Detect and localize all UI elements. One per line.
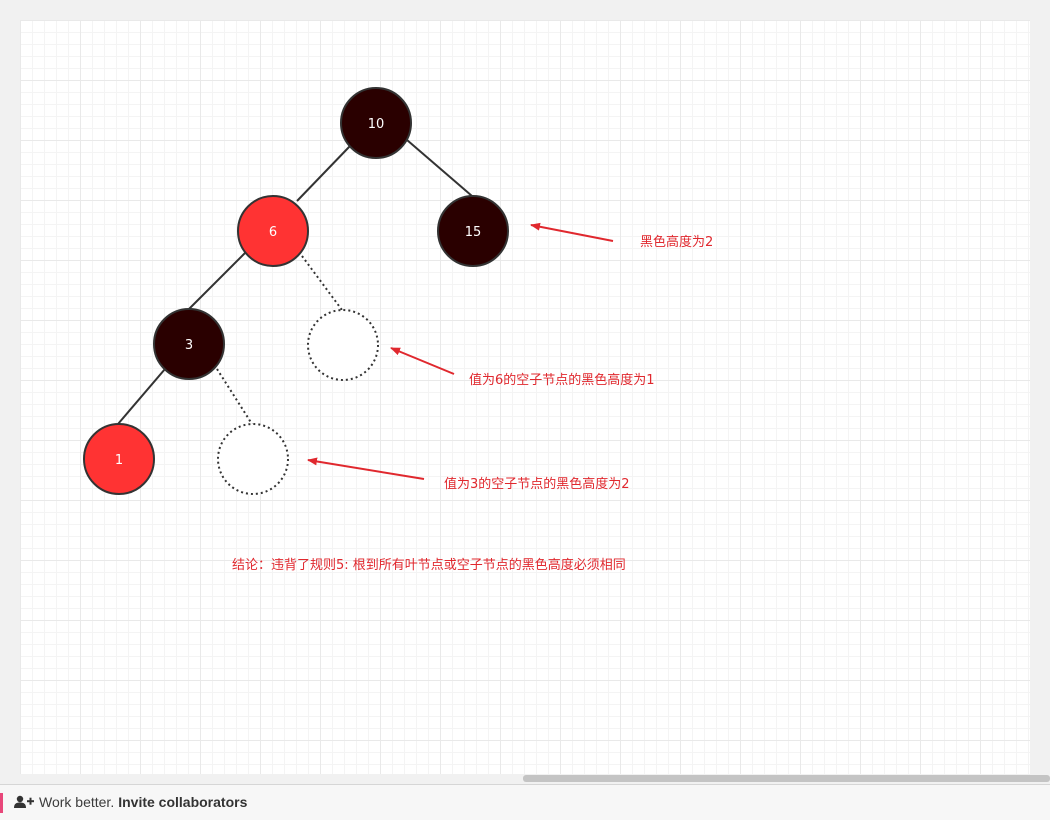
edge-6-3 [188,252,246,310]
add-user-icon [14,795,34,808]
horizontal-scrollbar[interactable] [523,775,1050,782]
annotation-arrow [390,347,455,375]
annotation-label: 黑色高度为2 [640,234,713,250]
annotation-arrow [307,457,425,480]
edge-10-15 [406,139,473,197]
edge-6-nil [301,255,343,311]
annotation-arrow [530,222,614,242]
node-label: 3 [185,338,193,353]
invite-collaborators-link[interactable]: Work better. Invite collaborators [14,794,247,810]
tree-diagram: 10 6 15 3 1 黑色高度为2 值为6的空子节点的黑色高度为1 值为3的空… [83,87,713,573]
diagram-canvas[interactable]: 10 6 15 3 1 黑色高度为2 值为6的空子节点的黑色高度为1 值为3的空… [20,20,1030,774]
edge-10-6 [296,145,351,202]
conclusion-text: 结论：违背了规则5: 根到所有叶节点或空子节点的黑色高度必须相同 [232,557,626,573]
tree-node[interactable]: 10 [340,87,412,159]
tree-node[interactable]: 6 [237,195,309,267]
edge-3-1 [117,368,166,425]
nil-node[interactable] [217,423,289,495]
nil-node[interactable] [307,309,379,381]
tree-node[interactable]: 3 [153,308,225,380]
tree-node[interactable]: 1 [83,423,155,495]
annotation-label: 值为3的空子节点的黑色高度为2 [444,476,630,492]
edge-3-nil [216,368,253,425]
footer-bar: Work better. Invite collaborators [0,784,1050,820]
footer-accent [0,793,3,813]
node-label: 6 [269,225,277,240]
node-label: 1 [115,453,123,468]
annotation-label: 值为6的空子节点的黑色高度为1 [469,372,655,388]
footer-text: Work better. [39,794,115,810]
tree-node[interactable]: 15 [437,195,509,267]
node-label: 15 [465,225,482,240]
invite-link-text[interactable]: Invite collaborators [118,794,247,810]
node-label: 10 [368,117,385,132]
